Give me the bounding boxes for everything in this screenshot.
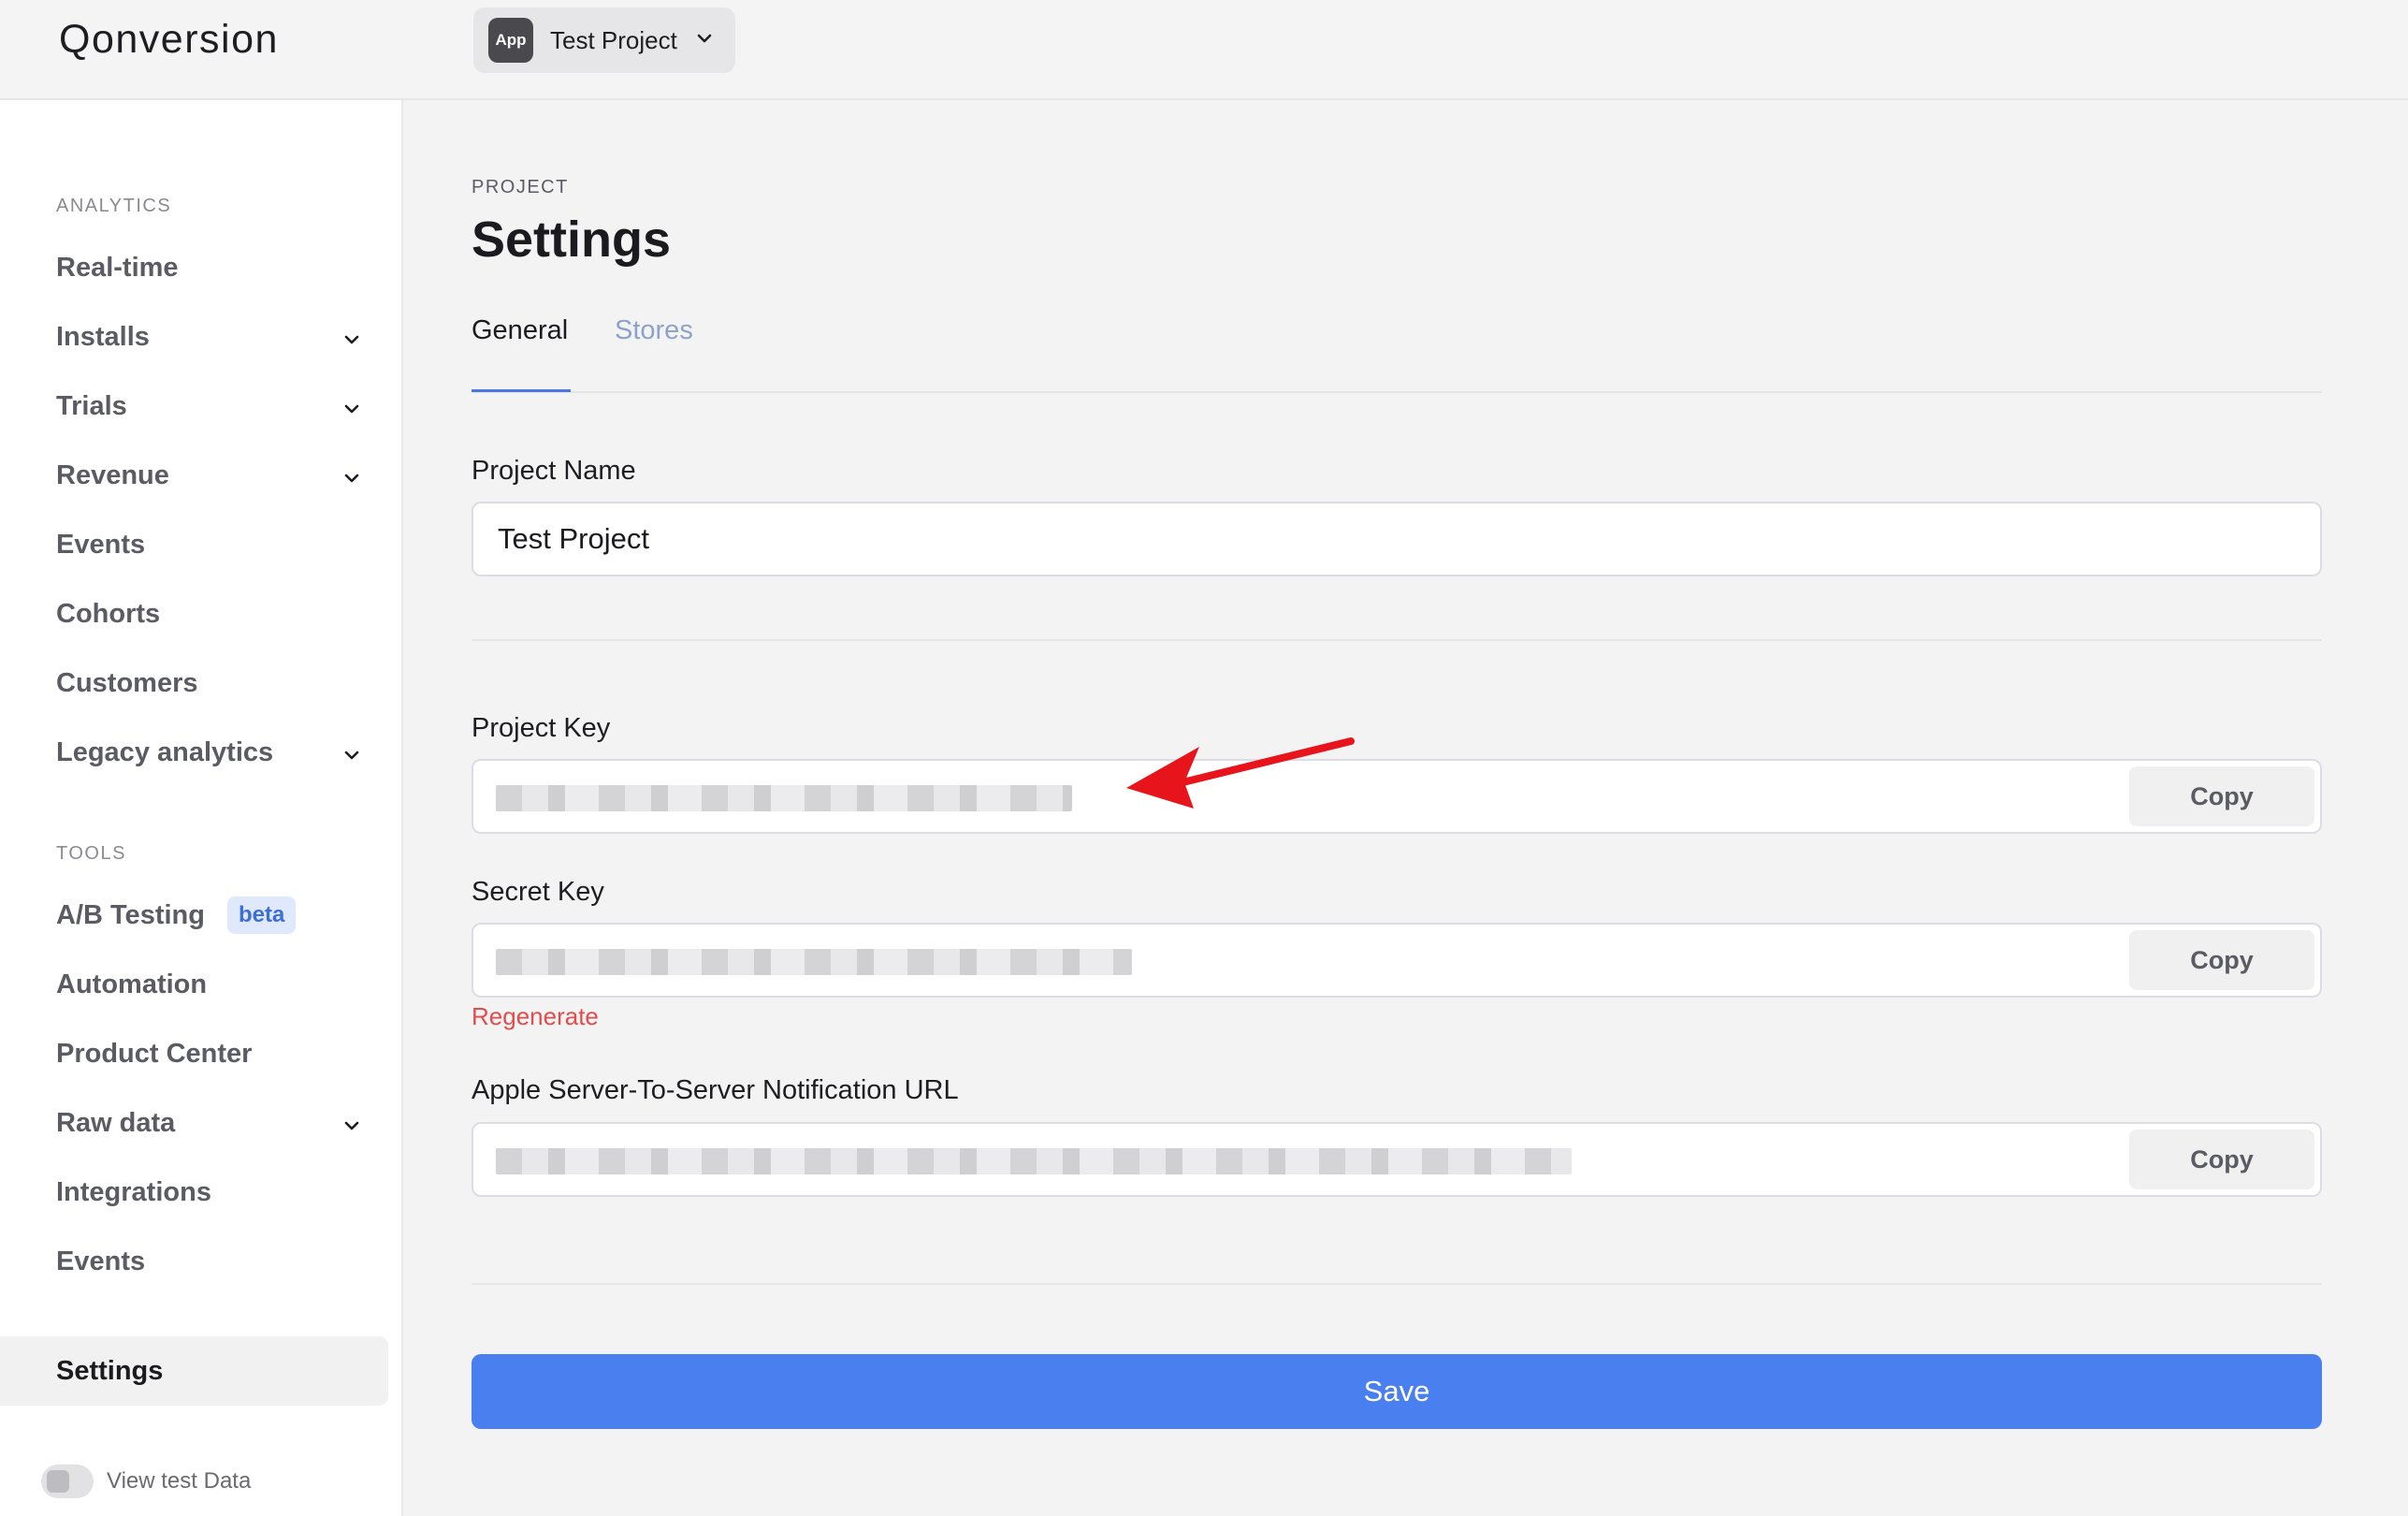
- regenerate-link[interactable]: Regenerate: [471, 1002, 599, 1031]
- sidebar-item-ab-testing[interactable]: A/B Testing beta: [0, 889, 388, 941]
- sidebar-item-real-time[interactable]: Real-time: [0, 241, 388, 294]
- chevron-down-icon: [342, 1112, 361, 1143]
- chevron-down-icon: [342, 395, 361, 426]
- analytics-section-label: ANALYTICS: [56, 196, 172, 216]
- section-divider: [471, 639, 2322, 641]
- sidebar-item-label: Integrations: [56, 1176, 211, 1207]
- sidebar-item-installs[interactable]: Installs: [0, 311, 388, 363]
- sidebar-item-trials[interactable]: Trials: [0, 380, 388, 432]
- secret-key-label: Secret Key: [471, 877, 604, 907]
- tabs-divider: [471, 391, 2322, 393]
- breadcrumb: PROJECT: [471, 177, 569, 197]
- sidebar-item-label: Settings: [56, 1355, 164, 1386]
- sidebar-item-label: Automation: [56, 969, 208, 999]
- chevron-down-icon: [342, 464, 361, 495]
- tab-stores[interactable]: Stores: [615, 315, 693, 346]
- toggle-knob: [47, 1470, 69, 1493]
- sidebar-item-label: Installs: [56, 321, 150, 352]
- sidebar-item-label: Real-time: [56, 252, 179, 283]
- app-logo: Qonversion: [59, 17, 279, 62]
- project-key-label: Project Key: [471, 713, 611, 743]
- project-key-field[interactable]: Copy: [471, 759, 2322, 834]
- sidebar-item-events[interactable]: Events: [0, 518, 388, 571]
- sidebar-item-cohorts[interactable]: Cohorts: [0, 588, 388, 640]
- section-divider: [471, 1283, 2322, 1285]
- red-arrow-annotation: [1126, 737, 1355, 809]
- view-test-data-label: View test Data: [107, 1468, 252, 1494]
- sidebar: ANALYTICS Real-time Installs Trials Reve…: [0, 100, 403, 1516]
- sidebar-item-settings[interactable]: Settings: [0, 1336, 388, 1406]
- apple-url-label: Apple Server-To-Server Notification URL: [471, 1075, 959, 1105]
- top-bar: Qonversion App Test Project: [0, 0, 2408, 100]
- app-badge: App: [488, 18, 533, 63]
- view-test-data-toggle[interactable]: [41, 1465, 94, 1498]
- project-switcher[interactable]: App Test Project: [473, 7, 735, 73]
- active-tab-indicator: [471, 389, 571, 392]
- sidebar-item-label: Legacy analytics: [56, 736, 274, 767]
- redacted-value: [496, 1148, 1572, 1174]
- sidebar-item-legacy-analytics[interactable]: Legacy analytics: [0, 726, 388, 779]
- sidebar-item-raw-data[interactable]: Raw data: [0, 1097, 388, 1149]
- redacted-value: [496, 785, 1072, 811]
- sidebar-item-revenue[interactable]: Revenue: [0, 449, 388, 502]
- sidebar-item-label: Raw data: [56, 1107, 176, 1138]
- beta-badge: beta: [226, 896, 297, 934]
- chevron-down-icon: [342, 741, 361, 772]
- sidebar-item-label: Trials: [56, 390, 127, 421]
- copy-apple-url-button[interactable]: Copy: [2129, 1130, 2314, 1189]
- sidebar-item-label: Revenue: [56, 459, 169, 490]
- project-name-input[interactable]: Test Project: [471, 502, 2322, 576]
- tools-section-label: TOOLS: [56, 843, 126, 864]
- sidebar-item-product-center[interactable]: Product Center: [0, 1028, 388, 1080]
- sidebar-item-tools-events[interactable]: Events: [0, 1235, 388, 1288]
- sidebar-item-integrations[interactable]: Integrations: [0, 1166, 388, 1218]
- sidebar-item-customers[interactable]: Customers: [0, 657, 388, 709]
- project-switcher-label: Test Project: [550, 25, 677, 54]
- sidebar-item-label: A/B Testing: [56, 899, 205, 930]
- apple-url-field[interactable]: Copy: [471, 1122, 2322, 1197]
- sidebar-item-automation[interactable]: Automation: [0, 958, 388, 1011]
- sidebar-item-label: Customers: [56, 667, 198, 698]
- chevron-down-icon: [342, 326, 361, 357]
- sidebar-item-label: Events: [56, 1246, 146, 1276]
- save-button[interactable]: Save: [471, 1354, 2322, 1429]
- sidebar-item-label: Product Center: [56, 1038, 253, 1069]
- sidebar-item-label: Cohorts: [56, 598, 161, 629]
- view-test-data-toggle-row: View test Data: [41, 1465, 251, 1498]
- sidebar-item-label: Events: [56, 529, 146, 560]
- secret-key-field[interactable]: Copy: [471, 923, 2322, 998]
- page-title: Settings: [471, 211, 672, 268]
- redacted-value: [496, 949, 1132, 975]
- project-name-label: Project Name: [471, 456, 636, 486]
- chevron-down-icon: [696, 32, 713, 49]
- copy-secret-key-button[interactable]: Copy: [2129, 930, 2314, 990]
- tab-general[interactable]: General: [471, 315, 568, 346]
- copy-project-key-button[interactable]: Copy: [2129, 766, 2314, 826]
